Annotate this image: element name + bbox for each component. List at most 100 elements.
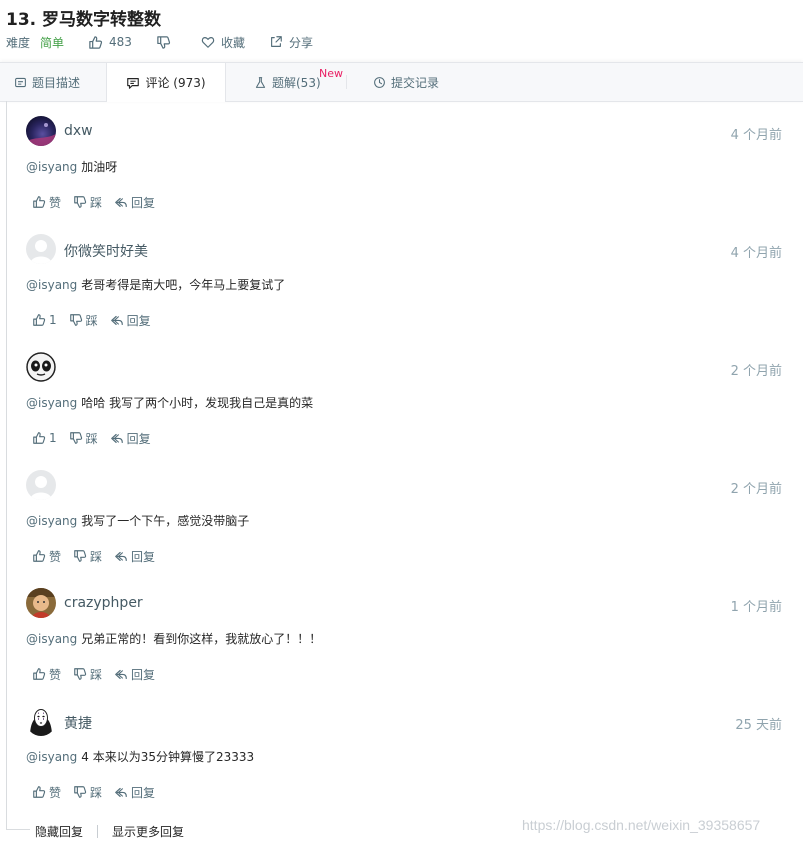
- thumbs-up-icon: [32, 667, 46, 681]
- avatar[interactable]: [26, 352, 56, 382]
- downvote-button[interactable]: 踩: [73, 784, 102, 801]
- reply-button[interactable]: 回复: [110, 312, 151, 329]
- comment-text: @isyang 兄弟正常的！看到你这样，我就放心了！！！: [26, 630, 321, 647]
- comment-actions: 1 踩 回复: [32, 430, 163, 446]
- downvote-label: 踩: [90, 667, 103, 682]
- downvote-button[interactable]: 踩: [73, 194, 102, 211]
- tab-label: 题目描述: [32, 75, 81, 90]
- footer-divider: [97, 824, 99, 838]
- upvote-button[interactable]: 1: [32, 313, 57, 327]
- tab-description[interactable]: 题目描述: [14, 63, 80, 101]
- share-icon: [271, 36, 282, 47]
- mention-link[interactable]: @isyang: [26, 278, 77, 292]
- tab-submissions[interactable]: 提交记录: [373, 63, 439, 101]
- upvote-count: 1: [49, 313, 57, 327]
- comment-time: 2 个月前: [730, 482, 782, 497]
- comment-body: 哈哈 我写了两个小时，发现我自己是真的菜: [81, 396, 314, 410]
- comment-body: 老哥考得是南大吧，今年马上要复试了: [81, 278, 286, 292]
- upvote-button[interactable]: 1: [32, 431, 57, 445]
- comment-item: 黄捷 25 天前 @isyang 4 本来以为35分钟算慢了23333 赞 踩 回…: [26, 706, 786, 824]
- mention-link[interactable]: @isyang: [26, 514, 77, 528]
- flask-icon: [255, 76, 266, 88]
- comment-actions: 赞 踩 回复: [32, 784, 167, 800]
- downvote-button[interactable]: 踩: [69, 430, 98, 447]
- upvote-button[interactable]: 赞: [32, 194, 61, 211]
- comment-username[interactable]: crazyphper: [64, 595, 143, 611]
- reply-button[interactable]: 回复: [114, 666, 155, 683]
- reply-label: 回复: [126, 313, 151, 328]
- downvote-button[interactable]: 踩: [73, 548, 102, 565]
- reply-button[interactable]: 回复: [114, 548, 155, 565]
- reply-icon: [114, 667, 128, 681]
- heart-icon: [201, 37, 215, 48]
- upvote-button[interactable]: 赞: [32, 548, 61, 565]
- comment-actions: 赞 踩 回复: [32, 194, 167, 210]
- comment-username[interactable]: 黄捷: [64, 713, 92, 733]
- comment-item: 你微笑时好美 4 个月前 @isyang 老哥考得是南大吧，今年马上要复试了 1 …: [26, 234, 786, 352]
- reply-label: 回复: [131, 785, 156, 800]
- upvote-count: 赞: [49, 785, 62, 800]
- comment-username[interactable]: dxw: [64, 123, 93, 139]
- thumbs-up-icon: [32, 785, 46, 799]
- show-more-replies-link[interactable]: 显示更多回复: [112, 823, 184, 840]
- comment-item: crazyphper 1 个月前 @isyang 兄弟正常的！看到你这样，我就放心…: [26, 588, 786, 706]
- avatar[interactable]: [26, 706, 56, 736]
- comment-time: 1 个月前: [730, 600, 782, 615]
- downvote-button[interactable]: 踩: [73, 666, 102, 683]
- favorite-button[interactable]: 收藏: [201, 34, 245, 51]
- avatar[interactable]: [26, 234, 56, 264]
- like-button[interactable]: 483: [88, 35, 132, 50]
- tab-solutions[interactable]: 题解(53): [254, 63, 321, 101]
- upvote-count: 赞: [49, 667, 62, 682]
- upvote-button[interactable]: 赞: [32, 784, 61, 801]
- comment-item: 2 个月前 @isyang 哈哈 我写了两个小时，发现我自己是真的菜 1 踩 回复: [26, 352, 786, 470]
- comment-actions: 赞 踩 回复: [32, 548, 167, 564]
- downvote-label: 踩: [90, 195, 103, 210]
- tab-bar: 题目描述 评论 (973) 题解(53) New 提交记录: [0, 62, 803, 102]
- watermark: https://blog.csdn.net/weixin_39358657: [522, 817, 761, 833]
- reply-button[interactable]: 回复: [110, 430, 151, 447]
- thumbs-up-icon: [88, 35, 103, 50]
- reply-label: 回复: [131, 549, 156, 564]
- mention-link[interactable]: @isyang: [26, 160, 77, 174]
- mention-link[interactable]: @isyang: [26, 396, 77, 410]
- reply-label: 回复: [126, 431, 151, 446]
- share-button[interactable]: 分享: [269, 34, 313, 51]
- downvote-label: 踩: [90, 549, 103, 564]
- replies-footer: 隐藏回复 显示更多回复: [35, 822, 184, 840]
- comment-item: 2 个月前 @isyang 我写了一个下午，感觉没带脑子 赞 踩 回复: [26, 470, 786, 588]
- mention-link[interactable]: @isyang: [26, 750, 77, 764]
- comment-actions: 1 踩 回复: [32, 312, 163, 328]
- new-badge: New: [319, 67, 343, 80]
- avatar[interactable]: [26, 588, 56, 618]
- comment-body: 我写了一个下午，感觉没带脑子: [81, 514, 250, 528]
- comment-text: @isyang 哈哈 我写了两个小时，发现我自己是真的菜: [26, 394, 313, 411]
- reply-icon: [110, 431, 124, 445]
- thumbs-down-icon: [156, 35, 171, 50]
- reply-icon: [114, 549, 128, 563]
- mention-link[interactable]: @isyang: [26, 632, 77, 646]
- avatar[interactable]: [26, 470, 56, 500]
- upvote-button[interactable]: 赞: [32, 666, 61, 683]
- upvote-count: 赞: [49, 549, 62, 564]
- reply-icon: [114, 195, 128, 209]
- avatar[interactable]: [26, 116, 56, 146]
- hide-replies-link[interactable]: 隐藏回复: [35, 823, 83, 840]
- comment-text: @isyang 4 本来以为35分钟算慢了23333: [26, 748, 254, 765]
- reply-thread-line: [6, 101, 7, 830]
- problem-title: 13. 罗马数字转整数: [6, 10, 162, 30]
- dislike-button[interactable]: [156, 35, 177, 50]
- problem-meta: 难度 简单 483 收藏 分享: [6, 34, 337, 50]
- reply-button[interactable]: 回复: [114, 194, 155, 211]
- comment-body: 4 本来以为35分钟算慢了23333: [81, 750, 255, 764]
- tab-comments[interactable]: 评论 (973): [106, 63, 226, 102]
- thumbs-down-icon: [73, 785, 87, 799]
- comment-body: 兄弟正常的！看到你这样，我就放心了！！！: [81, 632, 322, 646]
- downvote-label: 踩: [85, 431, 98, 446]
- reply-button[interactable]: 回复: [114, 784, 155, 801]
- comment-text: @isyang 加油呀: [26, 158, 117, 175]
- thumbs-down-icon: [73, 549, 87, 563]
- comment-username[interactable]: 你微笑时好美: [64, 241, 148, 261]
- thumbs-down-icon: [69, 313, 83, 327]
- downvote-button[interactable]: 踩: [69, 312, 98, 329]
